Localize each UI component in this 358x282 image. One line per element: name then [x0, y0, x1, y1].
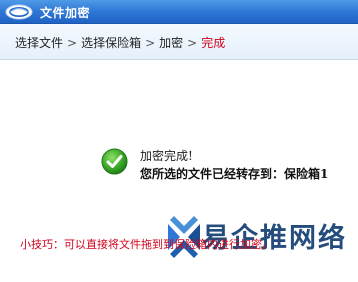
step-breadcrumb: 选择文件 > 选择保险箱 > 加密 > 完成	[0, 24, 358, 60]
success-check-icon	[101, 148, 128, 175]
result-title: 加密完成!	[140, 149, 193, 163]
step-select-file: 选择文件	[15, 36, 64, 50]
encrypt-window: 文件加密 选择文件 > 选择保险箱 > 加密 > 完成 加密完成! 您所选的文件已经转存到：…	[0, 0, 358, 282]
result-detail: 您所选的文件已经转存到：保险箱1	[140, 167, 329, 181]
step-separator: >	[145, 36, 156, 50]
step-separator: >	[187, 36, 198, 50]
step-select-safe: 选择保险箱	[81, 36, 142, 50]
app-logo-icon	[5, 4, 33, 20]
window-title: 文件加密	[40, 6, 91, 20]
step-separator: >	[67, 36, 78, 50]
step-encrypt: 加密	[159, 36, 184, 50]
title-bar[interactable]: 文件加密	[0, 0, 358, 24]
tip-text: 小技巧：可以直接将文件拖到到保险箱内进行加密。	[20, 238, 273, 251]
step-complete: 完成	[201, 36, 226, 50]
